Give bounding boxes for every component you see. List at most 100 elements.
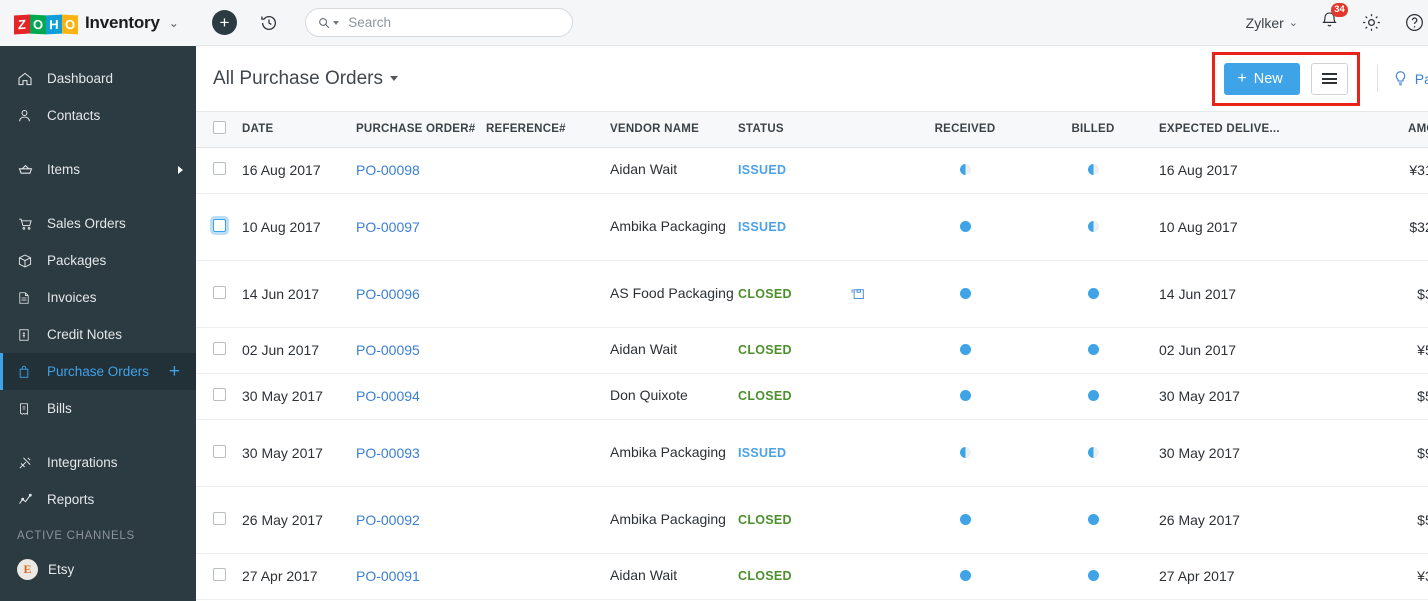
sidebar-item-sales-orders[interactable]: Sales Orders xyxy=(0,205,196,242)
cell-purchase-order: PO-00095 xyxy=(354,327,484,373)
settings-button[interactable] xyxy=(1361,12,1382,33)
search-box[interactable] xyxy=(305,8,573,37)
table-row[interactable]: 02 Jun 2017PO-00095Aidan WaitCLOSED02 Ju… xyxy=(196,327,1428,373)
row-checkbox[interactable] xyxy=(213,445,226,458)
sidebar-channel-etsy[interactable]: E Etsy xyxy=(0,551,196,587)
column-header-vendor-name[interactable]: VENDOR NAME xyxy=(608,112,736,147)
search-icon xyxy=(318,16,330,30)
person-icon xyxy=(17,108,38,124)
page-tips-button[interactable]: Page Tips xyxy=(1393,70,1428,87)
integrations-icon xyxy=(17,455,38,471)
sidebar-item-invoices[interactable]: Invoices xyxy=(0,279,196,316)
purchase-order-link[interactable]: PO-00094 xyxy=(356,388,420,404)
sidebar-item-label: Items xyxy=(47,162,80,177)
new-button[interactable]: + New xyxy=(1224,63,1299,95)
zoho-logo-icon: ZOHO xyxy=(14,13,78,34)
main-area: + Zylker ⌄ 34 xyxy=(196,0,1428,601)
row-checkbox[interactable] xyxy=(213,286,226,299)
purchase-order-link[interactable]: PO-00092 xyxy=(356,512,420,528)
row-checkbox[interactable] xyxy=(213,219,226,232)
cell-status: CLOSED xyxy=(736,486,901,553)
purchase-order-link[interactable]: PO-00097 xyxy=(356,219,420,235)
package-icon xyxy=(17,253,38,269)
row-select-cell xyxy=(196,260,240,327)
row-checkbox[interactable] xyxy=(213,388,226,401)
table-row[interactable]: 30 May 2017PO-00093Ambika PackagingISSUE… xyxy=(196,419,1428,486)
sidebar-item-packages[interactable]: Packages xyxy=(0,242,196,279)
column-header-expected-delivery[interactable]: EXPECTED DELIVE... xyxy=(1157,112,1352,147)
sidebar-item-integrations[interactable]: Integrations xyxy=(0,444,196,481)
help-button[interactable] xyxy=(1404,12,1425,33)
status-badge: CLOSED xyxy=(738,569,792,583)
cell-amount: $50.00 xyxy=(1352,373,1428,419)
logo-letter-o2: O xyxy=(62,14,78,34)
sidebar-item-items[interactable]: Items xyxy=(0,151,196,188)
table-row[interactable]: 10 Aug 2017PO-00097Ambika PackagingISSUE… xyxy=(196,193,1428,260)
cell-vendor-name: Aidan Wait xyxy=(608,327,736,373)
table-body: 16 Aug 2017PO-00098Aidan WaitISSUED16 Au… xyxy=(196,147,1428,599)
table-row[interactable]: 30 May 2017PO-00094Don QuixoteCLOSED30 M… xyxy=(196,373,1428,419)
table-row[interactable]: 27 Apr 2017PO-00091Aidan WaitCLOSED27 Ap… xyxy=(196,553,1428,599)
purchase-orders-table-wrap: DATE PURCHASE ORDER# REFERENCE# VENDOR N… xyxy=(196,112,1428,601)
organization-switcher[interactable]: Zylker ⌄ xyxy=(1246,15,1298,31)
table-row[interactable]: 16 Aug 2017PO-00098Aidan WaitISSUED16 Au… xyxy=(196,147,1428,193)
notification-count-badge: 34 xyxy=(1331,3,1348,17)
sidebar-item-credit-notes[interactable]: Credit Notes xyxy=(0,316,196,353)
row-checkbox[interactable] xyxy=(213,162,226,175)
purchase-order-link[interactable]: PO-00093 xyxy=(356,445,420,461)
cell-vendor-name: Aidan Wait xyxy=(608,553,736,599)
cell-purchase-order: PO-00094 xyxy=(354,373,484,419)
new-button-label: New xyxy=(1254,71,1283,87)
table-row[interactable]: 26 May 2017PO-00092Ambika PackagingCLOSE… xyxy=(196,486,1428,553)
cell-received xyxy=(901,147,1029,193)
column-header-billed[interactable]: BILLED xyxy=(1029,112,1157,147)
purchase-order-link[interactable]: PO-00095 xyxy=(356,342,420,358)
chevron-right-icon[interactable] xyxy=(178,166,183,174)
hamburger-line xyxy=(1322,78,1337,80)
received-status-dot xyxy=(960,447,971,458)
recent-activity-icon[interactable] xyxy=(259,13,279,33)
cart-icon xyxy=(17,216,38,232)
row-checkbox[interactable] xyxy=(213,342,226,355)
sidebar-item-dashboard[interactable]: Dashboard xyxy=(0,60,196,97)
purchase-order-link[interactable]: PO-00091 xyxy=(356,568,420,584)
section-label-active-channels: ACTIVE CHANNELS xyxy=(0,518,196,551)
search-input[interactable] xyxy=(348,15,560,30)
row-checkbox[interactable] xyxy=(213,512,226,525)
cell-reference xyxy=(484,147,608,193)
billed-status-dot xyxy=(1088,221,1099,232)
cell-purchase-order: PO-00092 xyxy=(354,486,484,553)
cell-received xyxy=(901,260,1029,327)
status-badge: ISSUED xyxy=(738,446,786,460)
column-header-date[interactable]: DATE xyxy=(240,112,354,147)
column-header-amount[interactable]: AMOUNT xyxy=(1352,112,1428,147)
cell-expected-delivery: 27 Apr 2017 xyxy=(1157,553,1352,599)
quick-add-button[interactable]: + xyxy=(212,10,237,35)
sidebar-item-label: Purchase Orders xyxy=(47,364,149,379)
column-header-received[interactable]: RECEIVED xyxy=(901,112,1029,147)
page-title[interactable]: All Purchase Orders xyxy=(213,68,398,90)
cell-billed xyxy=(1029,419,1157,486)
table-row[interactable]: 14 Jun 2017PO-00096AS Food PackagingCLOS… xyxy=(196,260,1428,327)
brand-logo[interactable]: ZOHO Inventory ⌄ xyxy=(0,0,196,46)
column-header-purchase-order[interactable]: PURCHASE ORDER# xyxy=(354,112,484,147)
purchase-order-link[interactable]: PO-00096 xyxy=(356,286,420,302)
sidebar-item-contacts[interactable]: Contacts xyxy=(0,97,196,134)
cell-received xyxy=(901,193,1029,260)
select-all-checkbox[interactable] xyxy=(213,121,226,134)
notifications-button[interactable]: 34 xyxy=(1320,10,1339,35)
logo-letter-z: Z xyxy=(14,14,30,34)
purchase-order-link[interactable]: PO-00098 xyxy=(356,162,420,178)
row-checkbox[interactable] xyxy=(213,568,226,581)
column-header-reference[interactable]: REFERENCE# xyxy=(484,112,608,147)
sidebar-item-label: Invoices xyxy=(47,290,97,305)
column-header-status[interactable]: STATUS xyxy=(736,112,901,147)
chevron-down-icon[interactable]: ⌄ xyxy=(169,16,179,30)
sidebar-item-reports[interactable]: Reports xyxy=(0,481,196,518)
sidebar-item-bills[interactable]: Bills xyxy=(0,390,196,427)
sidebar-item-purchase-orders[interactable]: Purchase Orders + xyxy=(0,353,196,390)
search-scope-caret-icon[interactable] xyxy=(333,21,339,25)
add-purchase-order-button[interactable]: + xyxy=(169,362,180,381)
chevron-down-icon[interactable] xyxy=(390,76,398,81)
list-options-button[interactable] xyxy=(1311,63,1348,95)
